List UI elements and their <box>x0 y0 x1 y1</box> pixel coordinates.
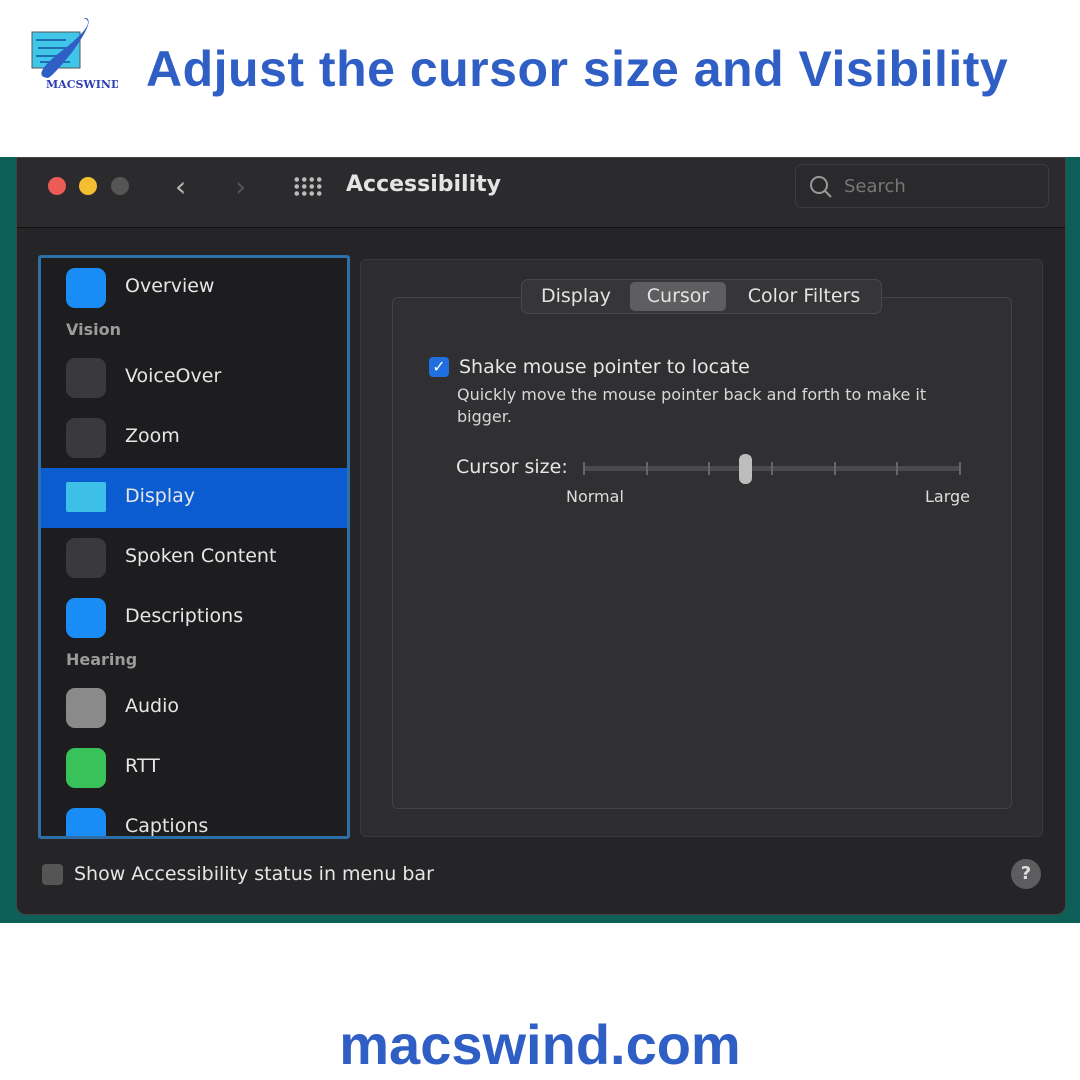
slider-tick <box>896 462 899 475</box>
cursor-settings: ✓ Shake mouse pointer to locate Quickly … <box>392 297 1012 809</box>
search-field[interactable]: Search <box>795 164 1049 208</box>
captions-icon <box>66 808 106 836</box>
minimize-button[interactable] <box>79 177 97 195</box>
sidebar-item-spoken-content[interactable]: Spoken Content <box>41 528 347 588</box>
cursor-size-slider[interactable] <box>583 454 961 484</box>
shake-pointer-checkbox[interactable]: ✓ <box>429 357 449 377</box>
forward-icon[interactable]: › <box>235 170 246 203</box>
sidebar-item-label: Overview <box>125 275 215 297</box>
tab-bar: Display Cursor Color Filters <box>521 279 882 314</box>
sidebar-section-hearing: Hearing <box>66 650 138 669</box>
sidebar-item-label: Descriptions <box>125 605 244 627</box>
status-menu-checkbox[interactable] <box>42 864 63 885</box>
logo: MACSWIND <box>28 16 121 92</box>
title-bar: ‹ › Accessibility Search <box>17 158 1065 228</box>
status-menu-label: Show Accessibility status in menu bar <box>74 863 434 885</box>
sidebar-item-label: Audio <box>125 695 180 717</box>
svg-text:MACSWIND: MACSWIND <box>46 78 118 91</box>
search-icon <box>810 176 832 198</box>
sidebar-item-label: VoiceOver <box>125 365 222 387</box>
slider-tick <box>771 462 773 475</box>
accessibility-icon <box>66 268 106 308</box>
phone-icon <box>66 748 106 788</box>
sidebar-item-label: Zoom <box>125 425 180 447</box>
slider-min-label: Normal <box>566 487 624 506</box>
preferences-window: ‹ › Accessibility Search Overview Vision V… <box>16 157 1066 915</box>
settings-panel: Display Cursor Color Filters ✓ Shake mou… <box>360 259 1043 837</box>
slider-thumb[interactable] <box>738 454 752 484</box>
banner-title: Adjust the cursor size and Visibility <box>146 41 1009 97</box>
close-button[interactable] <box>48 177 66 195</box>
speech-bubble-icon <box>66 538 106 578</box>
search-placeholder: Search <box>844 176 906 197</box>
sidebar-item-label: RTT <box>125 755 160 777</box>
sidebar[interactable]: Overview Vision VoiceOver Zoom Display Spoken… <box>38 255 350 839</box>
sidebar-item-audio[interactable]: Audio <box>41 678 347 738</box>
slider-tick <box>583 462 585 475</box>
slider-tick <box>833 462 836 475</box>
help-button[interactable]: ? <box>1011 859 1041 889</box>
slider-tick <box>708 462 711 475</box>
footer-url: macswind.com <box>339 1013 741 1076</box>
sidebar-section-vision: Vision <box>66 320 121 339</box>
shake-pointer-description: Quickly move the mouse pointer back and … <box>457 385 927 426</box>
window-title: Accessibility <box>346 172 501 197</box>
zoom-icon <box>66 418 106 458</box>
cursor-size-label: Cursor size: <box>456 456 568 478</box>
sidebar-item-captions[interactable]: Captions <box>41 798 347 837</box>
sidebar-item-descriptions[interactable]: Descriptions <box>41 588 347 648</box>
tab-cursor[interactable]: Cursor <box>630 282 726 311</box>
voiceover-icon <box>66 358 106 398</box>
sidebar-item-zoom[interactable]: Zoom <box>41 408 347 468</box>
sidebar-item-rtt[interactable]: RTT <box>41 738 347 798</box>
display-icon <box>66 482 106 512</box>
tab-color-filters[interactable]: Color Filters <box>730 282 878 311</box>
slider-max-label: Large <box>925 487 971 506</box>
sidebar-item-display[interactable]: Display <box>41 468 347 528</box>
zoom-button[interactable] <box>111 177 129 195</box>
speaker-icon <box>66 688 106 728</box>
sidebar-item-label: Spoken Content <box>125 545 277 567</box>
tab-display[interactable]: Display <box>526 282 626 311</box>
quote-bubble-icon <box>66 598 106 638</box>
sidebar-item-voiceover[interactable]: VoiceOver <box>41 348 347 408</box>
sidebar-item-overview[interactable]: Overview <box>41 258 347 318</box>
grid-icon[interactable] <box>293 176 323 196</box>
shake-pointer-label: Shake mouse pointer to locate <box>459 356 750 378</box>
slider-tick <box>645 462 648 475</box>
slider-tick <box>959 462 961 475</box>
sidebar-item-label: Captions <box>125 815 209 837</box>
sidebar-item-label: Display <box>125 485 196 507</box>
back-icon[interactable]: ‹ <box>175 170 186 203</box>
